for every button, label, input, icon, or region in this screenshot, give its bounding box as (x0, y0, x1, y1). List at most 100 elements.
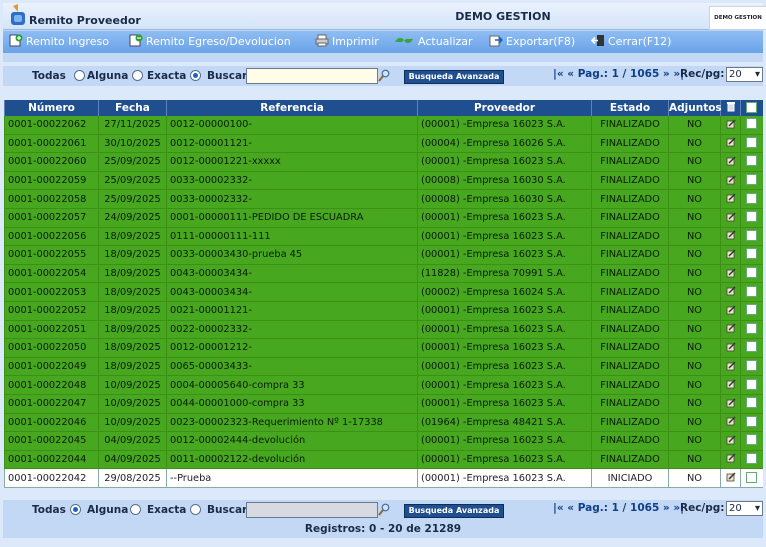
row-checkbox[interactable] (746, 360, 758, 372)
row-checkbox[interactable] (746, 452, 758, 464)
select-cell (740, 189, 763, 209)
radio-alguna[interactable] (132, 70, 143, 81)
advanced-search-button[interactable]: Busqueda Avanzada (404, 504, 504, 518)
table-row[interactable]: 0001-00022051 18/09/2025 0022-00002332- (00… (4, 320, 763, 340)
search-input[interactable] (246, 502, 378, 518)
edit-icon[interactable] (726, 379, 736, 389)
select-all-checkbox[interactable] (746, 101, 758, 113)
table-row[interactable]: 0001-00022056 18/09/2025 0111-00000111-111… (4, 227, 763, 247)
col-fecha[interactable]: Fecha (98, 100, 167, 116)
row-checkbox[interactable] (746, 471, 758, 483)
records-count: Registros: 0 - 20 de 21289 (3, 520, 763, 538)
edit-icon[interactable] (726, 361, 736, 371)
edit-icon[interactable] (726, 398, 736, 408)
table-row[interactable]: 0001-00022062 27/11/2025 0012-00000100- (00… (4, 116, 763, 135)
edit-icon[interactable] (726, 453, 736, 463)
row-checkbox[interactable] (746, 378, 758, 390)
row-checkbox[interactable] (746, 434, 758, 446)
row-checkbox[interactable] (746, 267, 758, 279)
table-row[interactable]: 0001-00022055 18/09/2025 0033-00003430-pru… (4, 245, 763, 265)
col-referencia[interactable]: Referencia (166, 100, 418, 116)
remito-egreso-button[interactable]: Remito Egreso/Devolucion (129, 34, 291, 48)
edit-icon[interactable] (726, 286, 736, 296)
edit-icon[interactable] (726, 305, 736, 315)
edit-icon[interactable] (726, 323, 736, 333)
row-checkbox[interactable] (746, 397, 758, 409)
edit-icon[interactable] (726, 156, 736, 166)
records-per-page-select[interactable]: 20 (726, 501, 763, 516)
records-per-page-select[interactable]: 20 (726, 67, 763, 82)
table-row[interactable]: 0001-00022060 25/09/2025 0012-00001221-xxx… (4, 152, 763, 172)
table-row[interactable]: 0001-00022048 10/09/2025 0004-00005640-com… (4, 375, 763, 395)
edit-icon[interactable] (726, 230, 736, 240)
table-row[interactable]: 0001-00022050 18/09/2025 0012-00001212- (00… (4, 338, 763, 358)
table-row[interactable]: 0001-00022059 25/09/2025 0033-00002332- (00… (4, 171, 763, 191)
row-checkbox[interactable] (746, 136, 758, 148)
cell-referencia: 0023-00002323-Requerimiento Nº 1-17338 (166, 413, 418, 433)
remito-ingreso-button[interactable]: Remito Ingreso (9, 34, 109, 48)
exportar-button[interactable]: Exportar(F8) (489, 34, 575, 48)
col-proveedor[interactable]: Proveedor (417, 100, 592, 116)
row-checkbox[interactable] (746, 174, 758, 186)
edit-icon[interactable] (726, 472, 736, 482)
edit-icon[interactable] (726, 137, 736, 147)
col-adjuntos[interactable]: Adjuntos (668, 100, 722, 116)
table-row[interactable]: 0001-00022061 30/10/2025 0012-00001121- (00… (4, 134, 763, 154)
row-checkbox[interactable] (746, 248, 758, 260)
advanced-search-button[interactable]: Busqueda Avanzada (404, 70, 504, 84)
delete-column-header[interactable] (720, 100, 741, 116)
row-checkbox[interactable] (746, 322, 758, 334)
edit-icon[interactable] (726, 193, 736, 203)
row-checkbox[interactable] (746, 155, 758, 167)
edit-icon[interactable] (726, 119, 736, 129)
pager-prev[interactable]: |« « Pag.: (553, 502, 608, 514)
select-all-header[interactable] (740, 100, 763, 116)
pager-prev[interactable]: |« « Pag.: (553, 68, 608, 80)
table-row[interactable]: 0001-00022046 10/09/2025 0023-00002323-Req… (4, 413, 763, 433)
row-checkbox[interactable] (746, 211, 758, 223)
edit-icon[interactable] (726, 175, 736, 185)
table-row[interactable]: 0001-00022054 18/09/2025 0043-00003434- (11… (4, 264, 763, 284)
edit-icon[interactable] (726, 212, 736, 222)
table-row[interactable]: 0001-00022047 10/09/2025 0044-00001000-com… (4, 394, 763, 414)
option-todas-label: Todas (32, 70, 66, 82)
search-icon[interactable] (378, 69, 390, 82)
row-checkbox[interactable] (746, 192, 758, 204)
row-checkbox[interactable] (746, 304, 758, 316)
table-row[interactable]: 0001-00022045 04/09/2025 0012-00002444-dev… (4, 431, 763, 451)
cerrar-button[interactable]: Cerrar(F12) (591, 34, 671, 48)
table-row[interactable]: 0001-00022049 18/09/2025 0065-00003433- (00… (4, 357, 763, 377)
col-estado[interactable]: Estado (591, 100, 669, 116)
cell-numero: 0001-00022052 (4, 301, 99, 321)
col-numero[interactable]: Número (4, 100, 99, 116)
search-input[interactable] (246, 68, 378, 84)
radio-todas[interactable] (74, 70, 85, 81)
table-row[interactable]: 0001-00022058 25/09/2025 0033-00002332- (00… (4, 189, 763, 209)
radio-todas[interactable] (70, 504, 81, 515)
table-row[interactable]: 0001-00022052 18/09/2025 0021-00001121- (00… (4, 301, 763, 321)
row-checkbox[interactable] (746, 415, 758, 427)
table-row[interactable]: 0001-00022053 18/09/2025 0043-00003434- (00… (4, 282, 763, 302)
row-checkbox[interactable] (746, 229, 758, 241)
edit-icon[interactable] (726, 268, 736, 278)
edit-icon[interactable] (726, 416, 736, 426)
edit-icon[interactable] (726, 342, 736, 352)
row-checkbox[interactable] (746, 118, 758, 130)
radio-alguna[interactable] (130, 504, 141, 515)
radio-exacta[interactable] (190, 504, 201, 515)
row-checkbox[interactable] (746, 341, 758, 353)
table-row[interactable]: 0001-00022044 04/09/2025 0011-00002122-dev… (4, 450, 763, 470)
radio-exacta[interactable] (190, 70, 201, 81)
search-icon[interactable] (378, 503, 390, 516)
row-checkbox[interactable] (746, 285, 758, 297)
imprimir-button[interactable]: Imprimir (315, 34, 379, 48)
actualizar-button[interactable]: Actualizar (393, 34, 473, 48)
edit-icon[interactable] (726, 249, 736, 259)
add-document-icon (9, 34, 23, 47)
table-row[interactable]: 0001-00022057 24/09/2025 0001-00000111-PED… (4, 208, 763, 228)
cell-estado: FINALIZADO (591, 171, 669, 191)
edit-icon[interactable] (726, 435, 736, 445)
table-row[interactable]: 0001-00022042 29/08/2025 --Prueba (00001) -… (4, 468, 763, 488)
option-buscar-label: Buscar (207, 70, 248, 82)
cell-referencia: 0012-00001121- (166, 134, 418, 154)
